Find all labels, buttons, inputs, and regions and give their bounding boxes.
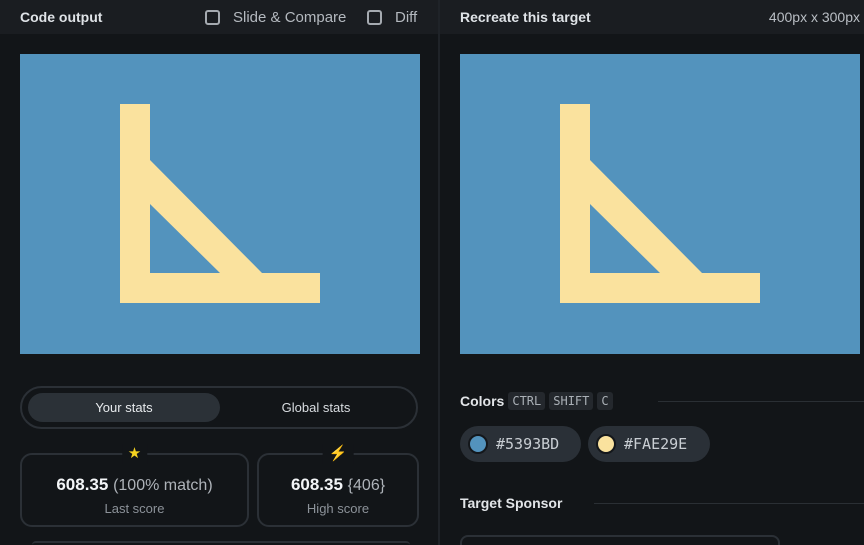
shortcut-key-c: C: [597, 392, 613, 410]
color-chip-yellow[interactable]: #FAE29E: [588, 426, 710, 462]
star-icon: ★: [121, 444, 148, 464]
diff-checkbox[interactable]: Diff: [367, 9, 417, 26]
high-score-label: High score: [306, 501, 370, 516]
shortcut-key-ctrl: CTRL: [508, 392, 546, 410]
target-panel: Recreate this target 400px x 300px Color…: [440, 0, 864, 545]
sponsor-heading: Target Sponsor: [460, 495, 562, 511]
sponsor-card[interactable]: [460, 535, 780, 545]
divider-line: [658, 401, 864, 402]
high-score-detail: {406}: [347, 477, 386, 494]
color-hex: #5393BD: [496, 435, 560, 453]
next-card-edge: [32, 541, 410, 545]
target-header: Recreate this target 400px x 300px: [440, 0, 864, 34]
target-title: Recreate this target: [460, 9, 591, 25]
code-output-title: Code output: [20, 9, 103, 25]
colors-heading: Colors CTRL SHIFT C: [460, 392, 613, 410]
tab-your-stats[interactable]: Your stats: [28, 393, 220, 422]
color-swatch: [596, 434, 616, 454]
color-swatch: [468, 434, 488, 454]
lightning-icon: ⚡: [322, 444, 354, 464]
high-score-value: 608.35 {406}: [259, 475, 417, 495]
sponsor-title: Target Sponsor: [460, 495, 563, 511]
high-score-card: ⚡ 608.35 {406} High score: [257, 444, 419, 527]
target-canvas: [460, 54, 860, 354]
target-size: 400px x 300px: [768, 9, 860, 25]
last-score-number: 608.35: [56, 475, 109, 494]
checkbox-box-icon[interactable]: [205, 10, 220, 25]
code-output-canvas[interactable]: [20, 54, 420, 354]
stats-toggle: Your stats Global stats: [20, 386, 418, 429]
shortcut-key-shift: SHIFT: [549, 392, 594, 410]
last-score-value: 608.35 (100% match): [22, 475, 247, 495]
color-chip-blue[interactable]: #5393BD: [460, 426, 581, 462]
divider-line: [594, 503, 864, 504]
high-score-number: 608.35: [290, 475, 343, 494]
output-render: [20, 54, 420, 354]
tab-global-stats[interactable]: Global stats: [220, 393, 412, 422]
last-score-card: ★ 608.35 (100% match) Last score: [20, 444, 249, 527]
diff-label: Diff: [395, 9, 418, 26]
color-hex: #FAE29E: [624, 435, 688, 453]
last-score-label: Last score: [104, 501, 165, 516]
slide-compare-checkbox[interactable]: Slide & Compare: [205, 9, 346, 26]
checkbox-box-icon[interactable]: [367, 10, 382, 25]
code-output-panel: Code output Slide & Compare Diff Your st…: [0, 0, 438, 545]
target-render: [460, 54, 860, 354]
colors-title: Colors: [460, 393, 505, 409]
code-output-header: Code output Slide & Compare Diff: [0, 0, 438, 34]
last-score-detail: (100% match): [113, 477, 213, 494]
slide-compare-label: Slide & Compare: [233, 9, 347, 26]
